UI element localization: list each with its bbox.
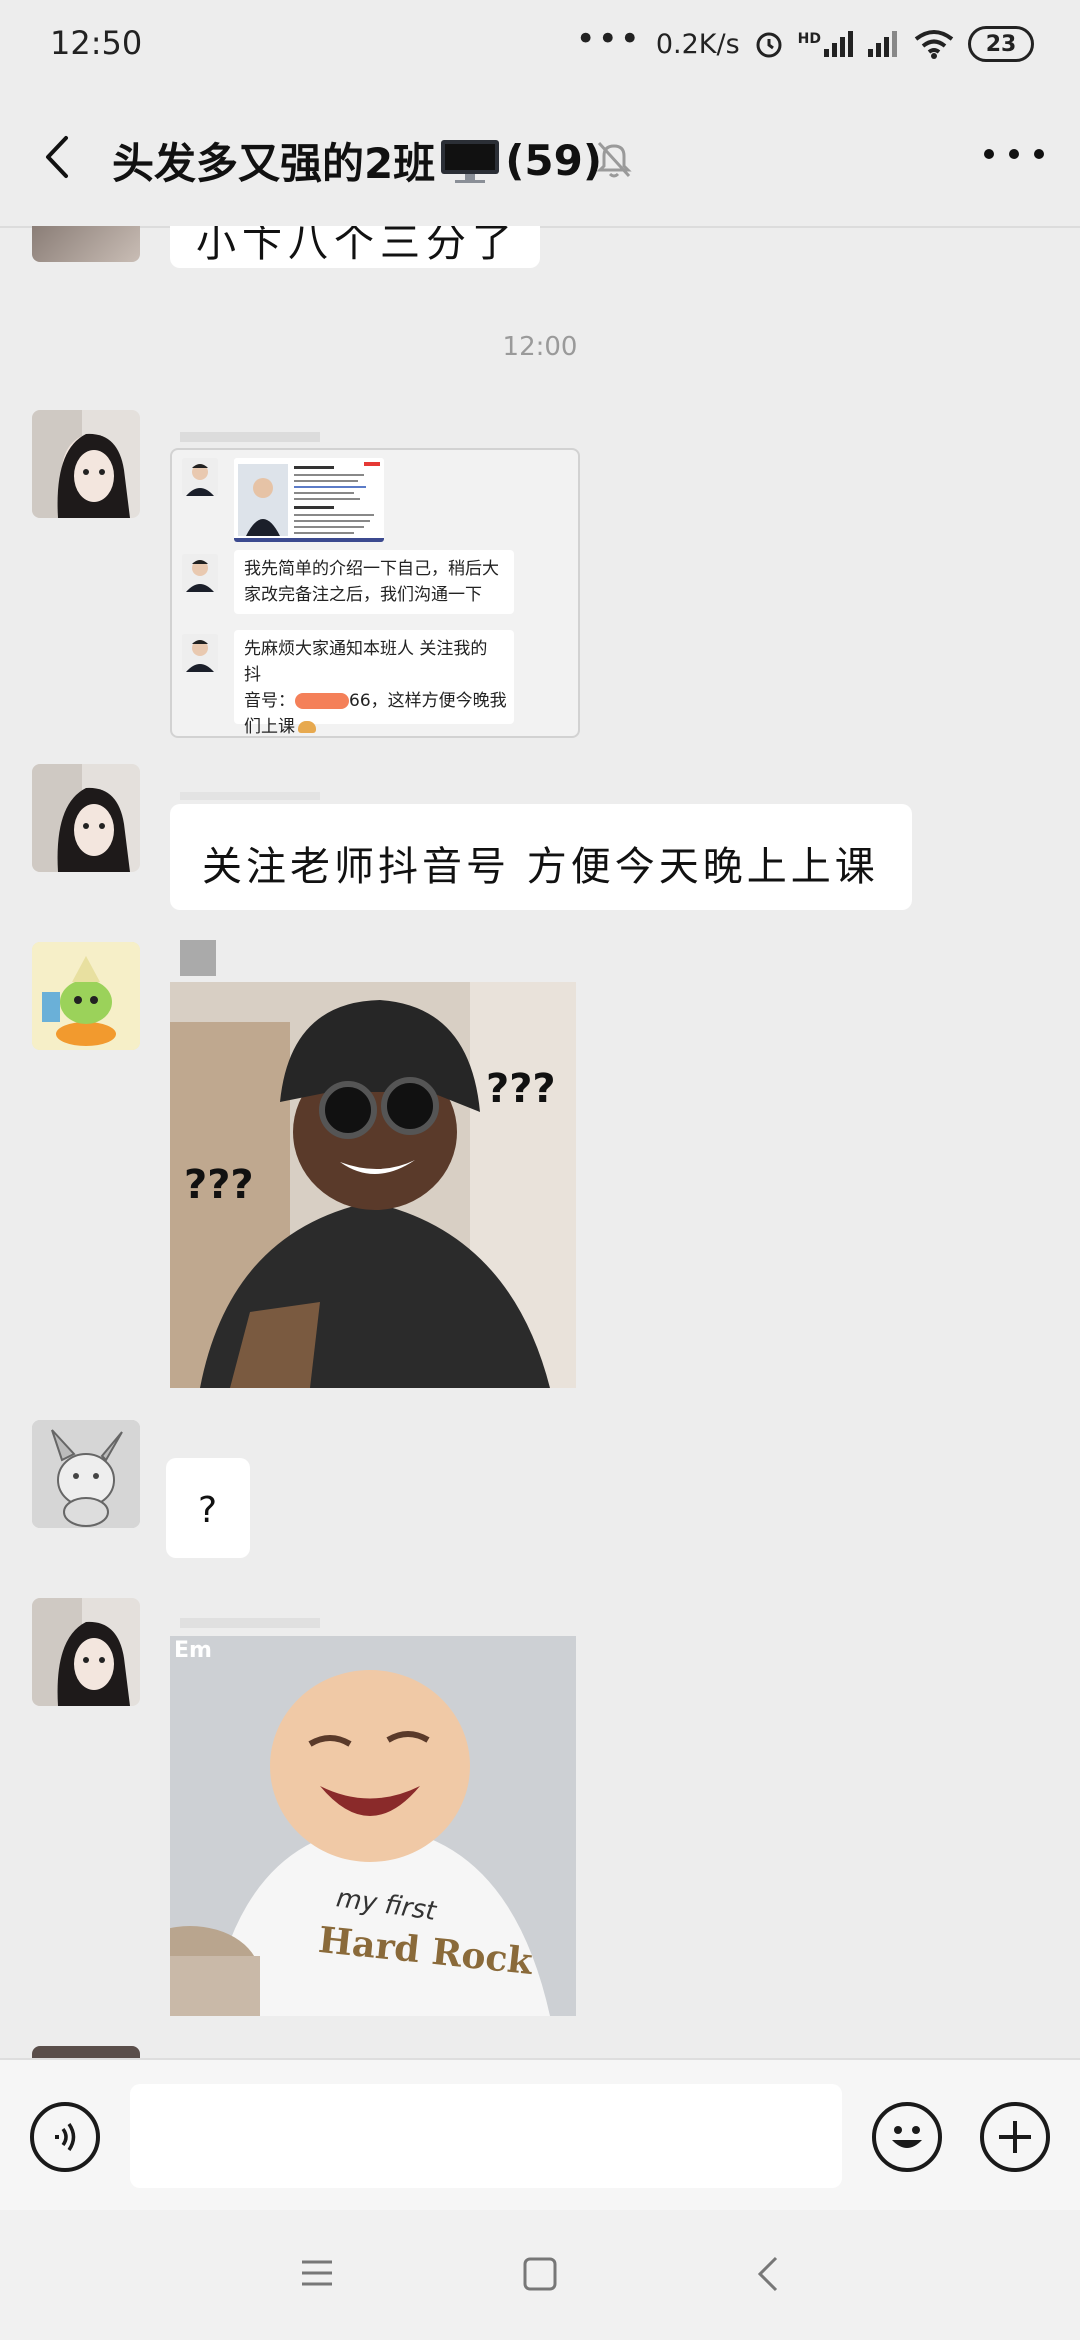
sticker-caption: ??? — [486, 1066, 556, 1112]
sticker-caption: ??? — [184, 1162, 254, 1208]
avatar[interactable] — [32, 2046, 140, 2058]
forwarded-message: 先麻烦大家通知本班人 关注我的抖 音号： 66，这样方便今晚我 们上课 — [234, 630, 514, 736]
hd-label: HD — [797, 31, 821, 47]
plus-icon[interactable] — [980, 2102, 1050, 2172]
chat-title-text: 头发多又强的2班 — [112, 139, 436, 188]
girl-avatar-image — [32, 1598, 140, 1706]
cartoon-avatar-image — [32, 942, 140, 1050]
forwarded-line: 家改完备注之后，我们沟通一下 — [244, 585, 482, 605]
forwarded-line: 先麻烦大家通知本班人 关注我的抖 — [244, 639, 488, 685]
home-icon[interactable] — [522, 2256, 558, 2292]
avatar[interactable] — [32, 410, 140, 518]
voice-icon[interactable] — [30, 2102, 100, 2172]
avatar[interactable] — [32, 1420, 140, 1528]
sender-name-placeholder — [180, 1618, 320, 1628]
system-nav-bar — [0, 2210, 1080, 2340]
message-bubble[interactable]: 小卞八个三分了 — [170, 226, 540, 268]
forwarded-image — [234, 458, 384, 542]
message-composer — [0, 2058, 1080, 2212]
sender-name-placeholder — [180, 940, 216, 976]
hd-signal-icon: HD — [798, 31, 854, 57]
message-input[interactable] — [130, 2084, 842, 2188]
more-icon[interactable] — [984, 142, 1044, 166]
muted-bell-icon — [596, 141, 632, 178]
message-text: 小卞八个三分了 — [196, 226, 518, 266]
battery-level: 23 — [985, 31, 1017, 57]
message-timestamp: 12:00 — [502, 332, 578, 362]
notification-dots: ••• — [575, 19, 642, 59]
forwarded-line: 我先简单的介绍一下自己，稍后大 — [244, 559, 499, 579]
member-count: (59) — [505, 136, 603, 185]
avatar[interactable] — [32, 226, 140, 262]
battery-indicator: 23 — [968, 26, 1034, 62]
status-bar: 12:50 ••• 0.2K/s HD 23 — [0, 0, 1080, 90]
alarm-icon — [756, 32, 782, 58]
status-time: 12:50 — [50, 24, 143, 62]
forwarded-text: 66，这样方便今晚我 — [349, 691, 507, 711]
message-bubble[interactable]: 关注老师抖音号 方便今天晚上上课 — [170, 804, 912, 910]
girl-avatar-image — [32, 764, 140, 872]
mini-avatar — [182, 458, 218, 496]
sticker-image[interactable]: ??? ??? — [170, 982, 576, 1388]
avatar[interactable] — [32, 1598, 140, 1706]
network-speed: 0.2K/s — [655, 28, 740, 60]
sticker-image[interactable]: Em my first Hard Rock — [170, 1636, 576, 2016]
message-text: 关注老师抖音号 方便今天晚上上课 — [202, 844, 879, 890]
signal-icon — [868, 31, 897, 57]
sender-name-placeholder — [180, 792, 320, 800]
mini-avatar — [182, 554, 218, 592]
chat-header: 头发多又强的2班 (59) — [0, 90, 1080, 228]
mini-avatar — [182, 634, 218, 672]
burger-emoji-icon — [298, 721, 316, 733]
emoji-icon[interactable] — [872, 2102, 942, 2172]
message-list[interactable]: 小卞八个三分了 12:00 我先简单的介绍一下自己，稍后大 家改完备注之后，我们… — [0, 226, 1080, 2058]
sticker-corner-label: Em — [174, 1638, 212, 1663]
forwarded-line: 们上课 — [244, 714, 504, 737]
girl-avatar-image — [32, 410, 140, 518]
forwarded-chat-card[interactable]: 我先简单的介绍一下自己，稍后大 家改完备注之后，我们沟通一下 先麻烦大家通知本班… — [170, 448, 580, 738]
wifi-icon — [914, 30, 954, 59]
avatar[interactable] — [32, 942, 140, 1050]
forwarded-text: 音号： — [244, 691, 295, 711]
back-icon[interactable] — [34, 132, 84, 182]
pikachu-sketch-avatar-image — [32, 1420, 140, 1528]
chat-title: 头发多又强的2班 (59) — [112, 130, 602, 191]
avatar[interactable] — [32, 764, 140, 872]
redacted-blur — [295, 693, 349, 709]
message-text: ? — [198, 1490, 218, 1531]
sender-name-placeholder — [180, 432, 320, 442]
monitor-emoji-icon — [441, 139, 500, 183]
status-icons: ••• 0.2K/s HD 23 — [575, 19, 1034, 66]
back-nav-icon[interactable] — [754, 2254, 782, 2294]
forwarded-line: 音号： 66，这样方便今晚我 — [244, 688, 507, 714]
forwarded-text: 们上课 — [244, 717, 295, 737]
forwarded-message: 我先简单的介绍一下自己，稍后大 家改完备注之后，我们沟通一下 — [234, 550, 514, 614]
menu-icon[interactable] — [300, 2256, 334, 2290]
message-bubble[interactable]: ? — [166, 1458, 250, 1558]
